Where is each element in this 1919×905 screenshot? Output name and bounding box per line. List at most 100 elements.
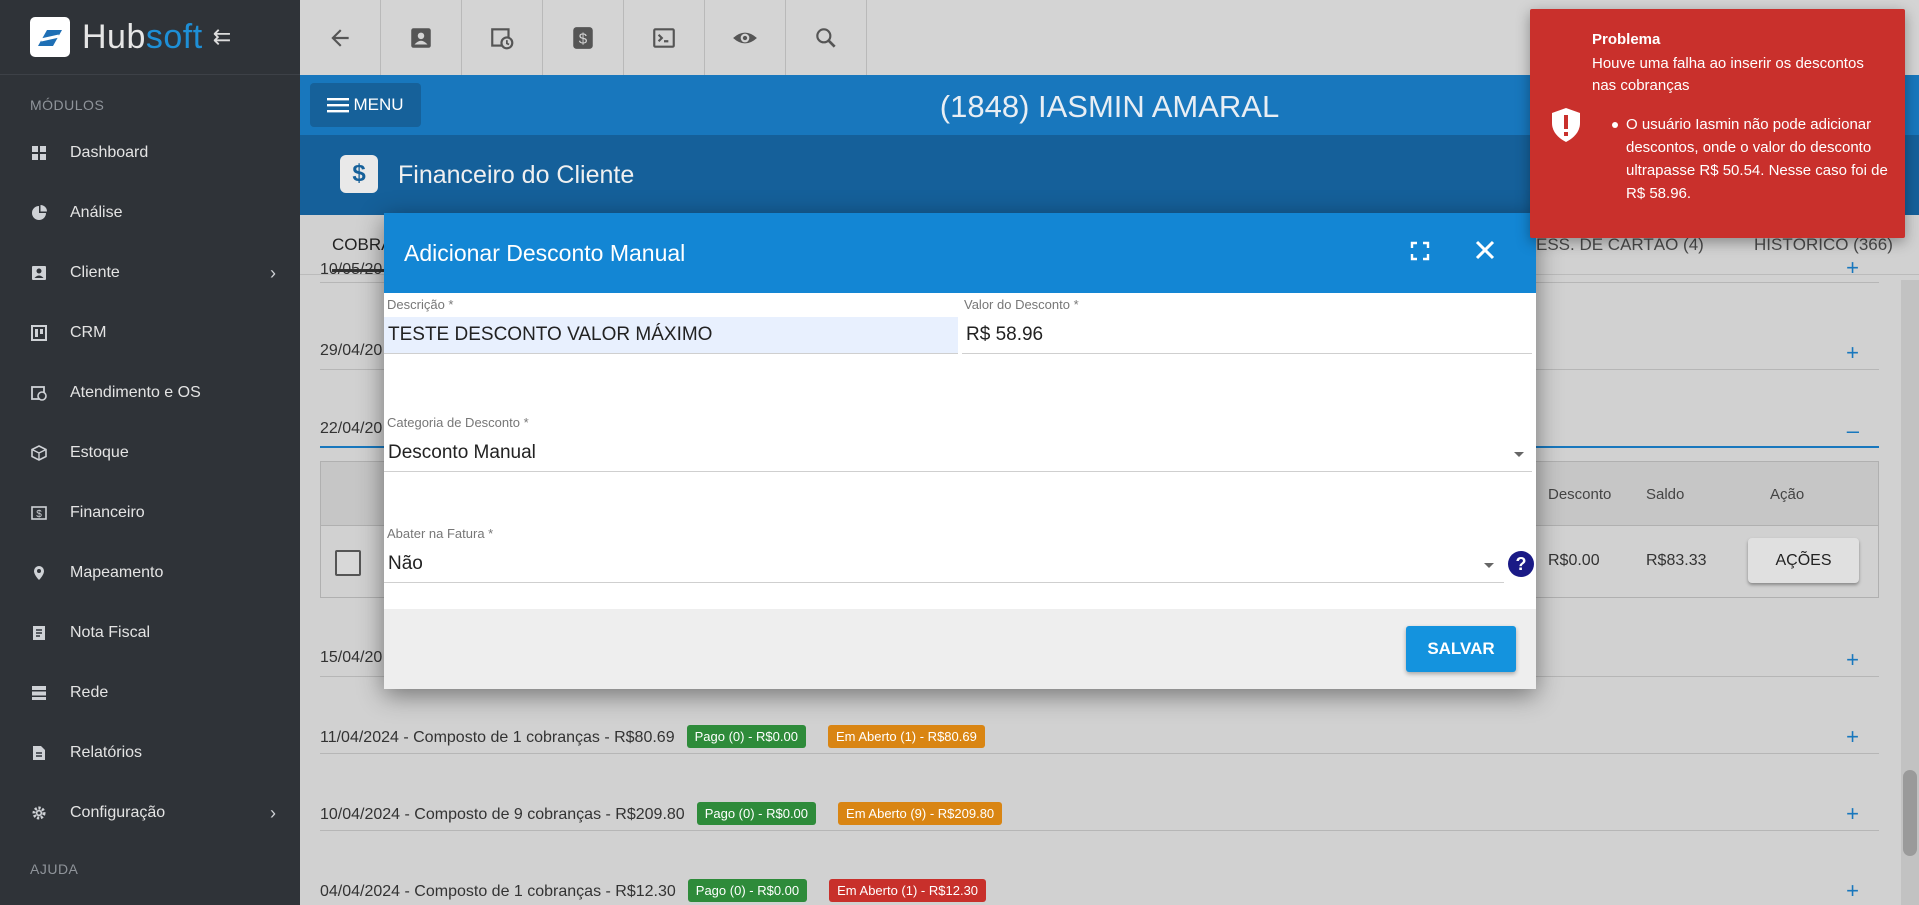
bullet [1612,122,1618,128]
collapse-sidebar-icon[interactable]: ⇇ [213,24,231,50]
section-modules: MÓDULOS [30,97,105,113]
descricao-label: Descrição * [387,297,454,312]
sidebar-item-atendimento[interactable]: Atendimento e OS [0,363,300,423]
calendar-clock-icon [30,384,48,402]
sidebar-item-rede[interactable]: Rede [0,663,300,723]
sidebar-item-analise[interactable]: Análise [0,183,300,243]
sidebar-item-label: Configuração [70,804,166,821]
sidebar: Hubsoft ⇇ MÓDULOS Dashboard Análise Clie… [0,0,300,905]
abater-select[interactable]: Não [384,546,1504,583]
actions-button[interactable]: AÇÕES [1748,538,1859,583]
list-item[interactable]: 11/04/2024 - Composto de 1 cobranças - R… [320,714,1879,754]
sidebar-item-financeiro[interactable]: $ Financeiro [0,483,300,543]
sidebar-item-label: Nota Fiscal [70,624,151,641]
paid-badge: Pago (0) - R$0.00 [696,802,817,825]
gear-icon [30,804,48,822]
scrollbar[interactable] [1901,280,1919,905]
help-icon[interactable]: ? [1508,551,1534,577]
tab-processamento-cartao[interactable]: ESS. DE CARTÃO (4) [1536,235,1704,255]
row-text: 10/04/2024 - Composto de 9 cobranças - R… [320,802,1003,826]
client-card-button[interactable] [381,0,462,75]
expand-plus-icon[interactable]: + [1846,340,1859,366]
section-help: AJUDA [30,861,79,877]
sidebar-item-label: CRM [70,324,107,341]
report-icon [30,744,48,762]
sidebar-item-estoque[interactable]: Estoque [0,423,300,483]
expand-plus-icon[interactable]: + [1846,255,1859,281]
money-icon: $ [573,26,593,49]
row-checkbox[interactable] [335,550,361,576]
chevron-right-icon: › [270,262,276,283]
chevron-down-icon [1484,563,1494,568]
valor-input[interactable]: R$ 58.96 [962,317,1532,354]
row-text: 10/05/20 [320,261,383,278]
descricao-input[interactable]: TESTE DESCONTO VALOR MÁXIMO [384,317,958,354]
expand-plus-icon[interactable]: + [1846,801,1859,827]
sidebar-item-label: Relatórios [70,744,143,761]
chevron-right-icon: › [270,802,276,823]
sidebar-item-label: Dashboard [70,144,149,161]
sidebar-item-configuracao[interactable]: Configuração › [0,783,300,843]
financial-button[interactable]: $ [543,0,624,75]
modal-header: Adicionar Desconto Manual [384,213,1536,293]
add-discount-modal: Adicionar Desconto Manual Descrição * TE… [384,213,1536,689]
cell-saldo: R$83.33 [1646,552,1707,569]
contact-card-icon [411,27,431,48]
server-icon [30,684,48,702]
back-button[interactable] [300,0,381,75]
categoria-select[interactable]: Desconto Manual [384,435,1532,472]
money-icon: $ [30,504,48,522]
sidebar-item-label: Atendimento e OS [70,384,201,401]
fullscreen-icon[interactable] [1410,241,1430,266]
sidebar-item-label: Financeiro [70,504,145,521]
modal-title: Adicionar Desconto Manual [404,240,686,266]
row-text: 15/04/20 [320,649,383,666]
toast-title: Problema [1592,31,1661,48]
scrollbar-thumb[interactable] [1903,770,1917,856]
tab-historico[interactable]: HISTÓRICO (366) [1754,235,1893,255]
modal-footer: SALVAR [384,609,1536,689]
schedule-button[interactable] [462,0,543,75]
expand-plus-icon[interactable]: + [1846,647,1859,673]
sidebar-item-label: Rede [70,684,109,701]
categoria-label: Categoria de Desconto * [387,415,529,430]
chevron-down-icon [1514,452,1524,457]
open-badge: Em Aberto (1) - R$12.30 [829,879,987,902]
close-icon[interactable] [1474,237,1496,267]
calendar-clock-icon [491,27,514,49]
hubsoft-logo-icon [30,17,70,57]
error-toast[interactable]: Problema Houve uma falha ao inserir os d… [1530,9,1905,238]
col-desconto: Desconto [1548,486,1612,503]
box-icon [30,444,48,462]
row-text: 22/04/20 [320,420,383,437]
terminal-button[interactable] [624,0,705,75]
save-button[interactable]: SALVAR [1406,626,1516,672]
sidebar-item-mapeamento[interactable]: Mapeamento [0,543,300,603]
grid-icon [30,144,48,162]
view-button[interactable] [705,0,786,75]
abater-label: Abater na Fatura * [387,526,494,541]
shield-alert-icon [1552,108,1580,142]
list-item[interactable]: 04/04/2024 - Composto de 1 cobranças - R… [320,868,1879,905]
page-title: Financeiro do Cliente [398,161,635,189]
sidebar-item-nota-fiscal[interactable]: Nota Fiscal [0,603,300,663]
money-icon: $ [340,155,378,193]
open-badge: Em Aberto (1) - R$80.69 [827,725,985,748]
paid-badge: Pago (0) - R$0.00 [686,725,806,748]
valor-label: Valor do Desconto * [964,297,1079,312]
svg-text:$: $ [579,30,588,47]
sidebar-item-label: Estoque [70,444,129,461]
sidebar-item-crm[interactable]: CRM [0,303,300,363]
contact-card-icon [30,264,48,282]
search-button[interactable] [786,0,867,75]
sidebar-item-cliente[interactable]: Cliente › [0,243,300,303]
sidebar-item-dashboard[interactable]: Dashboard [0,123,300,183]
list-item[interactable]: 10/04/2024 - Composto de 9 cobranças - R… [320,791,1879,831]
sidebar-item-relatorios[interactable]: Relatórios [0,723,300,783]
col-acao: Ação [1770,486,1805,503]
collapse-minus-icon[interactable]: – [1847,418,1859,444]
sidebar-item-label: Análise [70,204,123,221]
expand-plus-icon[interactable]: + [1846,878,1859,904]
expand-plus-icon[interactable]: + [1846,724,1859,750]
terminal-icon [653,27,675,48]
